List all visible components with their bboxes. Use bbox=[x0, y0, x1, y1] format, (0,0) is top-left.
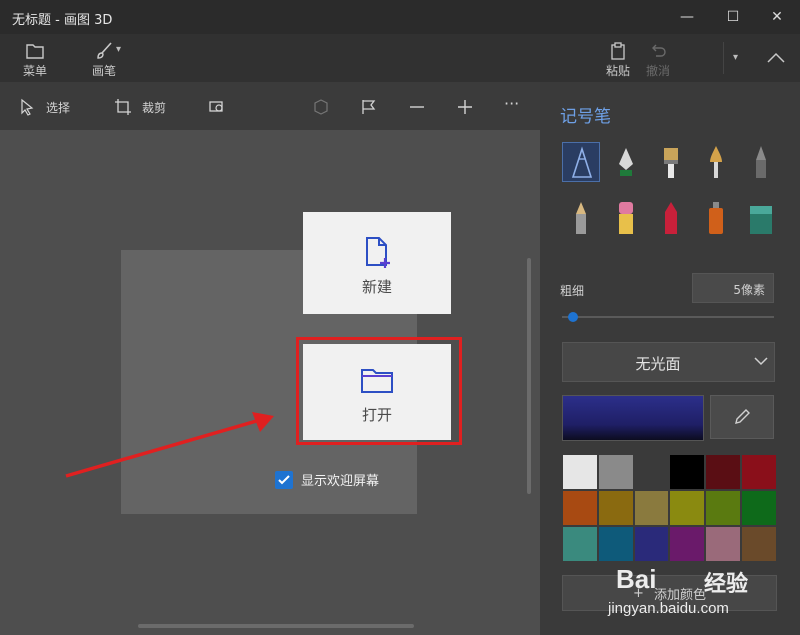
eyedropper-button[interactable] bbox=[710, 395, 774, 439]
palette-color-swatch[interactable] bbox=[633, 454, 670, 490]
open-highlight-box bbox=[296, 337, 462, 445]
thickness-input[interactable]: 5像素 bbox=[692, 273, 774, 303]
marker-panel: 记号笔 粗细 5像素 无光面 + 添加颜色 bbox=[540, 82, 800, 635]
current-color-swatch[interactable] bbox=[562, 395, 704, 441]
crop-label: 裁剪 bbox=[142, 100, 167, 115]
palette-color-swatch[interactable] bbox=[633, 526, 670, 562]
show-welcome-label: 显示欢迎屏幕 bbox=[301, 474, 380, 489]
watermark-brand: 经验 bbox=[704, 572, 749, 597]
paint3d-window: 无标题 - 画图 3D — ☐ ✕ 菜单 画笔 ▾ 粘贴 撤消 ▾ 选择 裁剪 … bbox=[0, 0, 800, 635]
3d-cube-icon bbox=[314, 99, 328, 115]
clipboard-icon bbox=[611, 42, 625, 60]
tool-bar: 选择 裁剪 ··· bbox=[0, 82, 540, 130]
oil-brush-icon[interactable] bbox=[652, 142, 690, 182]
palette-color-swatch[interactable] bbox=[597, 454, 634, 490]
zoom-out-button[interactable] bbox=[408, 96, 426, 118]
paste-label: 粘贴 bbox=[605, 64, 630, 78]
palette-color-swatch[interactable] bbox=[741, 454, 777, 490]
menu-label: 菜单 bbox=[22, 64, 47, 78]
pixel-pen-icon[interactable] bbox=[742, 142, 780, 182]
show-welcome-checkbox[interactable]: 显示欢迎屏幕 bbox=[275, 470, 379, 489]
thickness-slider-thumb[interactable] bbox=[568, 312, 578, 322]
panel-title: 记号笔 bbox=[560, 107, 611, 127]
eyedropper-icon bbox=[735, 409, 750, 424]
new-button[interactable]: 新建 bbox=[303, 212, 451, 314]
fill-bucket-icon[interactable] bbox=[742, 198, 780, 238]
crop-icon bbox=[115, 99, 131, 115]
minimize-button[interactable]: — bbox=[664, 0, 710, 34]
more-options-button[interactable]: ··· bbox=[504, 92, 519, 114]
palette-color-swatch[interactable] bbox=[705, 490, 742, 526]
crop-tool[interactable]: 裁剪 bbox=[114, 96, 166, 118]
palette-color-swatch[interactable] bbox=[562, 490, 598, 526]
finish-dropdown[interactable]: 无光面 bbox=[562, 342, 775, 382]
select-label: 选择 bbox=[46, 100, 71, 115]
finish-value: 无光面 bbox=[635, 355, 681, 373]
red-arrow-annotation bbox=[65, 412, 274, 478]
watermark: Bai 经验 jingyan.baidu.com bbox=[600, 560, 800, 635]
palette-color-swatch[interactable] bbox=[669, 526, 706, 562]
brushes-tab[interactable]: 画笔 bbox=[76, 38, 132, 78]
undo-button[interactable]: 撤消 bbox=[630, 38, 686, 78]
undo-icon bbox=[652, 44, 666, 57]
brush-icon bbox=[97, 42, 112, 59]
palette-color-swatch[interactable] bbox=[562, 526, 598, 562]
palette-color-swatch[interactable] bbox=[597, 526, 634, 562]
eraser-icon[interactable] bbox=[607, 198, 645, 238]
spray-can-icon[interactable] bbox=[697, 198, 735, 238]
brushes-label: 画笔 bbox=[91, 64, 116, 78]
palette-color-swatch[interactable] bbox=[633, 490, 670, 526]
history-chevron-down-icon[interactable]: ▾ bbox=[733, 52, 738, 63]
undo-label: 撤消 bbox=[645, 64, 670, 78]
flag-tool[interactable] bbox=[360, 96, 378, 118]
menu-divider bbox=[723, 42, 724, 74]
collapse-chevron-up-icon[interactable] bbox=[766, 52, 786, 64]
palette-color-swatch[interactable] bbox=[597, 490, 634, 526]
minus-icon bbox=[410, 106, 424, 108]
window-title: 无标题 - 画图 3D bbox=[12, 13, 113, 28]
folder-icon bbox=[26, 44, 44, 59]
title-bar: 无标题 - 画图 3D — ☐ ✕ bbox=[0, 0, 800, 34]
crayon-icon[interactable] bbox=[652, 198, 690, 238]
chevron-down-icon bbox=[754, 357, 768, 366]
magic-select-icon bbox=[209, 101, 223, 112]
3d-view-tool[interactable] bbox=[312, 96, 330, 118]
thickness-slider-track[interactable] bbox=[562, 316, 774, 318]
chevron-down-icon[interactable]: ▾ bbox=[116, 44, 121, 55]
calligraphy-pen-icon[interactable] bbox=[607, 142, 645, 182]
new-file-icon bbox=[366, 237, 390, 268]
pencil-icon[interactable] bbox=[562, 198, 600, 238]
menu-bar: 菜单 画笔 ▾ 粘贴 撤消 ▾ bbox=[0, 34, 800, 82]
new-label: 新建 bbox=[361, 278, 392, 296]
close-button[interactable]: ✕ bbox=[754, 0, 800, 34]
color-palette bbox=[562, 454, 777, 562]
watermark-url: jingyan.baidu.com bbox=[608, 600, 729, 617]
palette-color-swatch[interactable] bbox=[741, 490, 777, 526]
zoom-in-button[interactable] bbox=[456, 96, 474, 118]
horizontal-scrollbar[interactable] bbox=[138, 624, 414, 628]
cursor-icon bbox=[21, 98, 34, 116]
palette-color-swatch[interactable] bbox=[669, 454, 706, 490]
maximize-button[interactable]: ☐ bbox=[710, 0, 756, 34]
flag-icon bbox=[362, 100, 376, 114]
palette-color-swatch[interactable] bbox=[562, 454, 598, 490]
thickness-label: 粗细 bbox=[560, 284, 585, 298]
palette-color-swatch[interactable] bbox=[741, 526, 777, 562]
palette-color-swatch[interactable] bbox=[669, 490, 706, 526]
palette-color-swatch[interactable] bbox=[705, 454, 742, 490]
watercolor-icon[interactable] bbox=[697, 142, 735, 182]
palette-color-swatch[interactable] bbox=[705, 526, 742, 562]
menu-button[interactable]: 菜单 bbox=[7, 38, 63, 78]
vertical-scrollbar[interactable] bbox=[527, 258, 531, 494]
watermark-logo: Bai bbox=[616, 564, 657, 594]
magic-select-tool[interactable] bbox=[208, 96, 226, 118]
plus-icon bbox=[458, 100, 472, 114]
marker-icon[interactable] bbox=[562, 142, 600, 182]
select-tool[interactable]: 选择 bbox=[18, 96, 70, 118]
